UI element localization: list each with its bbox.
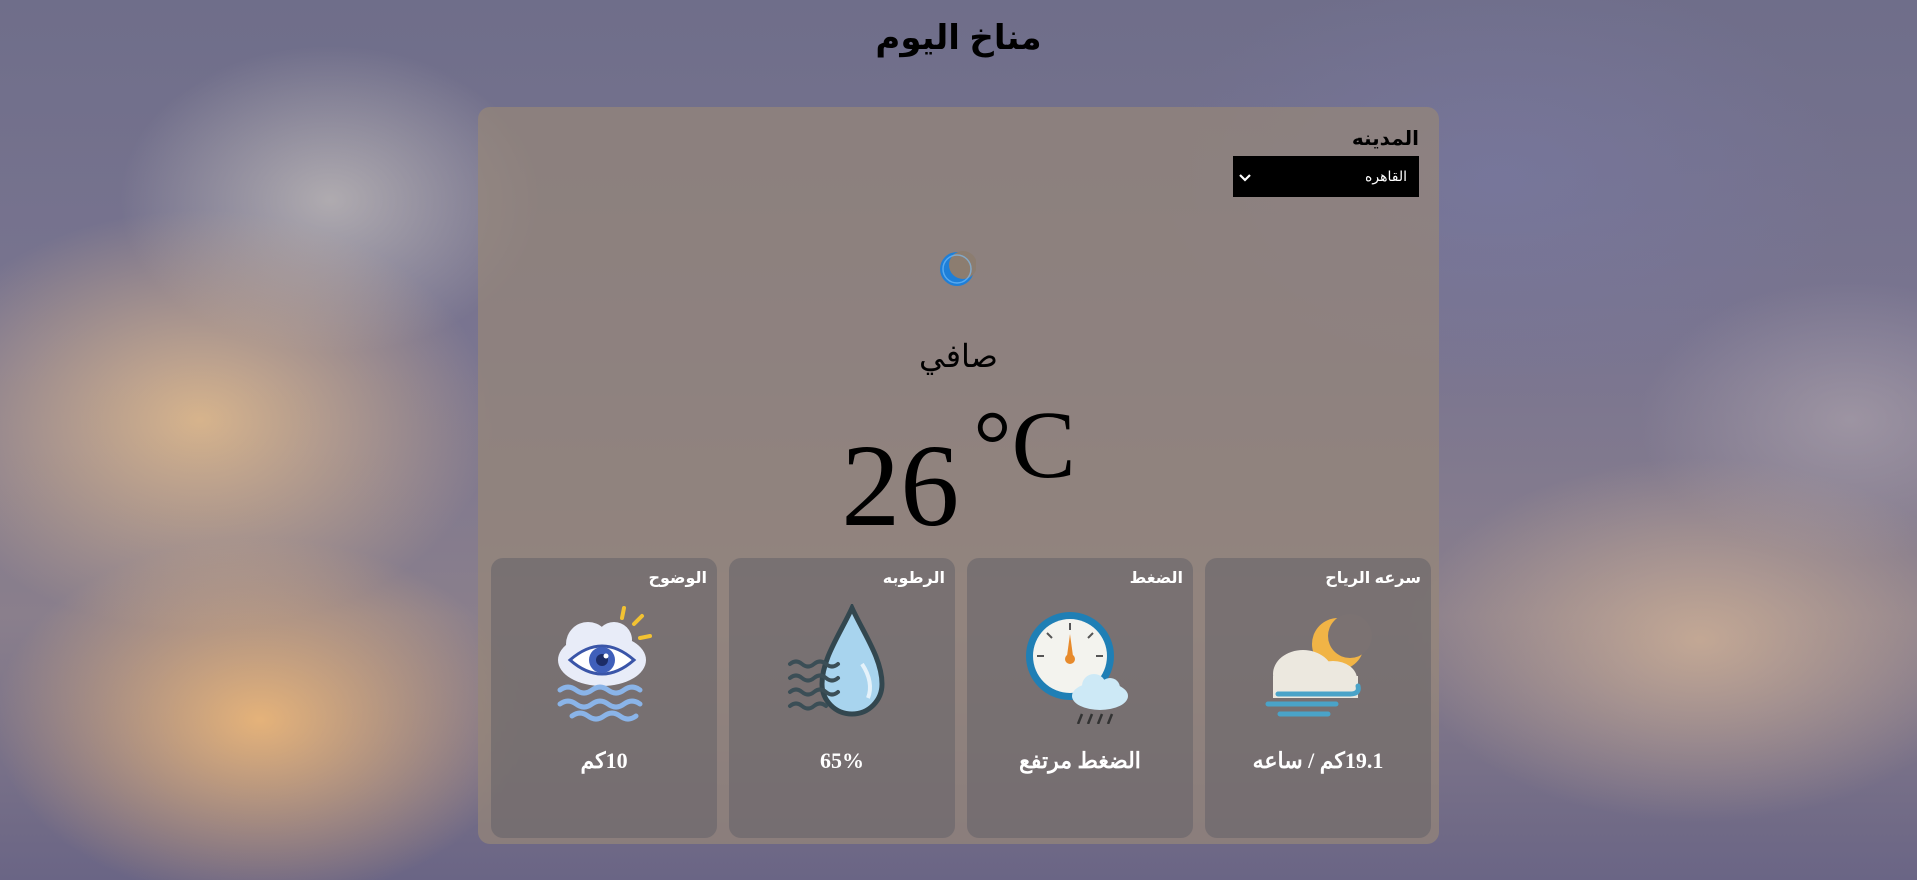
- water-drop-icon: [788, 604, 885, 717]
- chevron-down-icon: [1239, 169, 1251, 185]
- visibility-title: الوضوح: [648, 570, 707, 587]
- crescent-moon-icon: [940, 251, 976, 286]
- city-select[interactable]: القاهره: [1233, 156, 1419, 197]
- visibility-tile: الوضوح 10كم: [491, 558, 717, 838]
- humidity-tile: الرطوبه 65%: [729, 558, 955, 838]
- pressure-value: الضغط مرتفع: [1019, 748, 1141, 773]
- humidity-value: 65%: [820, 748, 864, 773]
- city-select-value: القاهره: [1365, 168, 1407, 184]
- weather-card: المدينه القاهره صافي 26 °C سرعه الرياح 1…: [478, 107, 1439, 844]
- wind-speed-title: سرعه الرياح: [1325, 570, 1421, 587]
- visibility-value: 10كم: [580, 748, 628, 773]
- temperature-unit: °C: [973, 391, 1076, 498]
- weather-condition: صافي: [919, 338, 998, 374]
- pressure-title: الضغط: [1129, 570, 1183, 587]
- humidity-title: الرطوبه: [882, 570, 945, 587]
- temperature-display: 26 °C: [478, 397, 1439, 545]
- temperature-value: 26: [841, 420, 960, 551]
- eye-cloud-icon: [557, 606, 652, 722]
- wind-speed-value: 19.1كم / ساعه: [1252, 748, 1384, 773]
- barometer-rain-icon: [1026, 612, 1128, 724]
- city-label: المدينه: [1351, 128, 1419, 150]
- weather-details: سرعه الرياح 19.1كم / ساعه الضغط الضغط مر…: [488, 558, 1431, 838]
- wind-speed-tile: سرعه الرياح 19.1كم / ساعه: [1205, 558, 1431, 838]
- page-title: مناخ اليوم: [875, 19, 1042, 57]
- moon-cloud-wind-icon: [1265, 614, 1372, 717]
- pressure-tile: الضغط الضغط مرتفع: [967, 558, 1193, 838]
